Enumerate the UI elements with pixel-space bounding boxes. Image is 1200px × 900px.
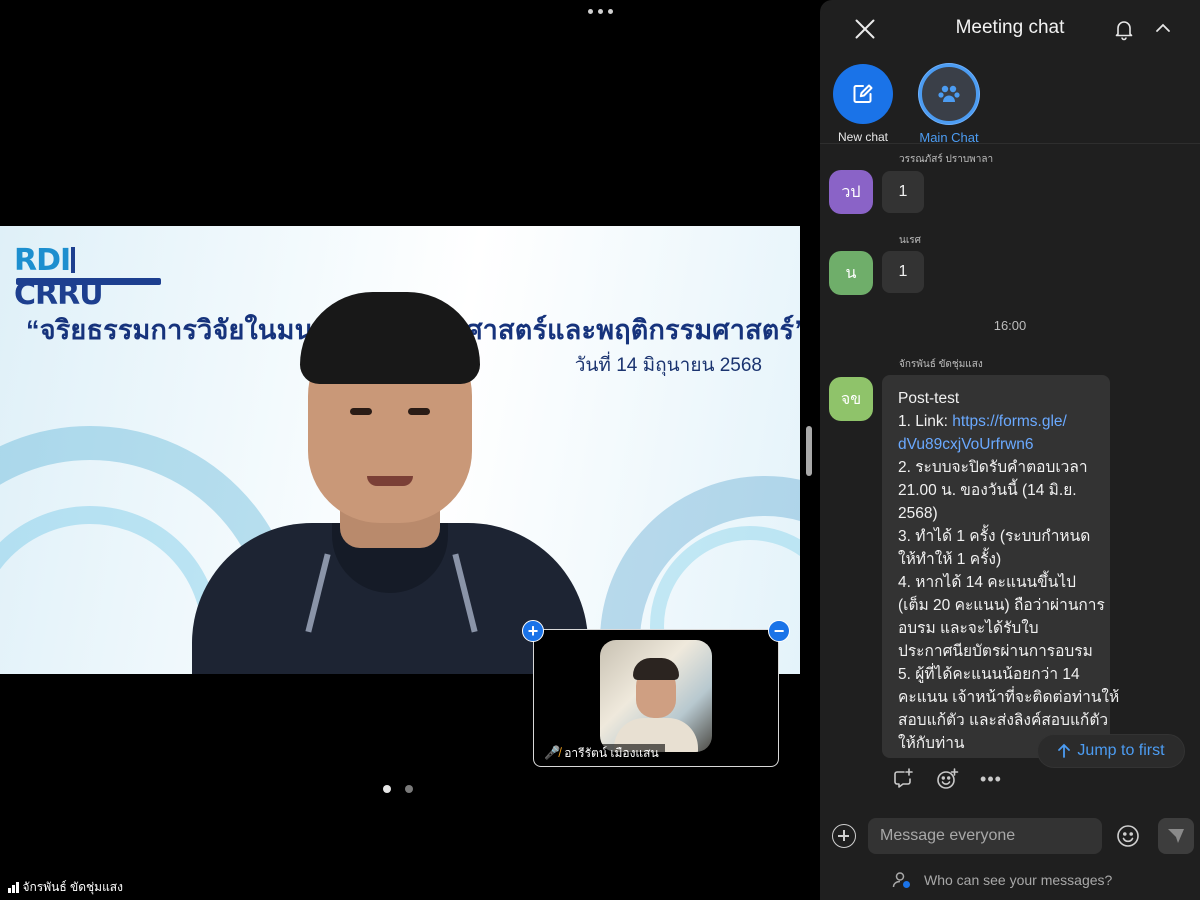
add-reaction-icon[interactable]	[934, 766, 960, 792]
user-privacy-icon	[892, 872, 910, 888]
self-view-name-tag: 🎤̸ อารีรัตน์ เมืองแสน	[542, 744, 665, 762]
rdi-crru-logo: RDICRRU	[14, 243, 164, 312]
resize-handle[interactable]	[806, 426, 812, 476]
mic-muted-icon: 🎤̸	[544, 745, 561, 760]
message-bubble[interactable]: 1	[882, 171, 924, 213]
privacy-note-text: Who can see your messages?	[924, 872, 1113, 888]
chevron-up-icon[interactable]	[1152, 17, 1174, 39]
send-icon	[1168, 829, 1184, 843]
avatar[interactable]: น	[829, 251, 873, 295]
reply-icon[interactable]	[890, 766, 916, 792]
message-composer	[820, 812, 1200, 862]
gallery-page-indicator	[383, 785, 413, 793]
message-line: 5. ผู้ที่ได้คะแนนน้อยกว่า 14	[898, 666, 1080, 683]
form-link[interactable]: https://forms.gle/	[952, 413, 1067, 430]
arrow-up-icon	[1058, 743, 1071, 758]
message-line: สอบแก้ตัว และส่งลิงค์สอบแก้ตัว	[898, 712, 1109, 729]
message-input[interactable]	[868, 818, 1102, 854]
message-line: ให้ทำให้ 1 ครั้ง)	[898, 551, 1002, 568]
more-actions-icon[interactable]: •••	[978, 766, 1004, 792]
divider	[820, 143, 1200, 144]
message-line: 21.00 น. ของวันนี้ (14 มิ.ย.	[898, 482, 1077, 499]
jump-to-first-button[interactable]: Jump to first	[1038, 735, 1184, 767]
message-bubble[interactable]: 1	[882, 251, 924, 293]
time-separator: 16:00	[993, 318, 1027, 333]
avatar[interactable]: จข	[829, 377, 873, 421]
avatar[interactable]: วป	[829, 170, 873, 214]
message-line: 2. ระบบจะปิดรับคำตอบเวลา	[898, 459, 1088, 476]
meeting-chat-panel: Meeting chat New chat Main Chat วรรณภัสร…	[820, 0, 1200, 900]
group-icon	[938, 85, 960, 102]
main-video-feed[interactable]: RDICRRU “จริยธรรมการวิจัยในมนุษย์ด้านสัง…	[0, 226, 800, 674]
jump-to-first-label: Jump to first	[1077, 742, 1165, 759]
minimize-self-view-button[interactable]: −	[768, 620, 790, 642]
message-line: คะแนน เจ้าหน้าที่จะติดต่อท่านให้	[898, 689, 1120, 706]
new-chat-button[interactable]: New chat	[818, 64, 908, 144]
active-speaker-name: จักรพันธ์ ขัดชุ่มแสง	[22, 880, 123, 894]
message-sender: วรรณภัสร์ ปราบพาลา	[899, 154, 994, 165]
main-chat-button[interactable]: Main Chat	[904, 64, 994, 145]
message-line: อบรม และจะได้รับใบ	[898, 620, 1039, 637]
self-view-video	[600, 640, 712, 752]
message-line: 1. Link: https://forms.gle/	[898, 413, 1067, 430]
close-chat-button[interactable]	[852, 16, 878, 42]
send-button[interactable]	[1158, 818, 1194, 854]
signal-strength-icon	[8, 882, 19, 893]
message-line: (เต็ม 20 คะแนน) ถือว่าผ่านการ	[898, 597, 1105, 614]
expand-self-view-button[interactable]: +	[522, 620, 544, 642]
message-line: 2568)	[898, 505, 938, 522]
message-line: 3. ทำได้ 1 ครั้ง (ระบบกำหนด	[898, 528, 1091, 545]
page-dot[interactable]	[405, 785, 413, 793]
message-line: ประกาศนียบัตรผ่านการอบรม	[898, 643, 1093, 660]
new-chat-label: New chat	[837, 130, 889, 144]
more-options-icon[interactable]	[580, 4, 620, 18]
message-sender: นเรศ	[899, 235, 921, 246]
post-test-message-bubble[interactable]: Post-test 1. Link: https://forms.gle/ dV…	[882, 375, 1120, 758]
banner-date: วันที่ 14 มิถุนายน 2568	[574, 355, 762, 376]
active-speaker-label: จักรพันธ์ ขัดชุ่มแสง	[8, 878, 123, 897]
add-attachment-button[interactable]	[832, 824, 856, 848]
form-link-continued[interactable]: dVu89cxjVoUrfrwn6	[898, 433, 1096, 456]
message-line: Post-test	[898, 390, 960, 407]
logo-rdi-text: RDI	[14, 243, 71, 278]
self-view-tile[interactable]: + − 🎤̸ อารีรัตน์ เมืองแสน	[522, 620, 790, 767]
presenter-figure	[190, 278, 590, 674]
message-line: 4. หากได้ 14 คะแนนขึ้นไป	[898, 574, 1076, 591]
video-area: RDICRRU “จริยธรรมการวิจัยในมนุษย์ด้านสัง…	[0, 0, 808, 900]
page-dot-active[interactable]	[383, 785, 391, 793]
privacy-note[interactable]: Who can see your messages?	[892, 870, 1112, 890]
chat-header: Meeting chat	[820, 0, 1200, 58]
message-sender: จักรพันธ์ ขัดชุ่มแสง	[899, 359, 983, 370]
emoji-icon[interactable]	[1116, 824, 1140, 848]
notification-bell-icon[interactable]	[1112, 17, 1136, 41]
self-view-name: อารีรัตน์ เมืองแสน	[564, 745, 659, 760]
compose-icon	[853, 84, 873, 103]
